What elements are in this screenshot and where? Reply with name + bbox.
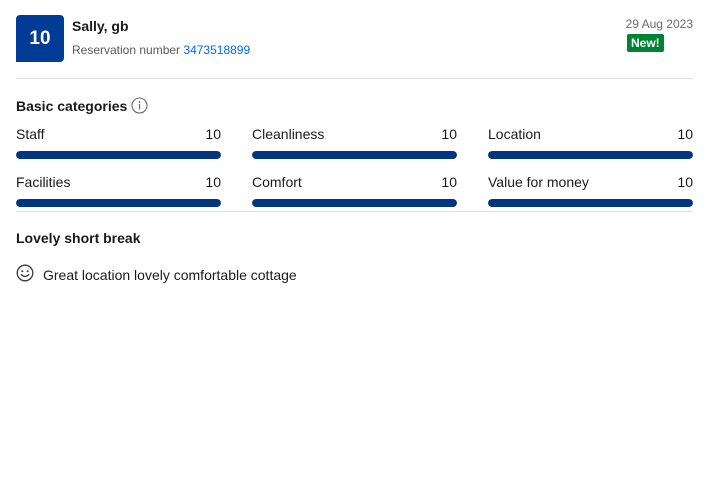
category-score: 10	[441, 126, 457, 142]
category-score: 10	[205, 126, 221, 142]
new-badge: New!	[627, 34, 664, 52]
category-bar-fill	[16, 199, 221, 207]
categories-divider	[16, 211, 693, 212]
category-cleanliness: Cleanliness 10	[252, 125, 457, 159]
category-bar-fill	[488, 199, 693, 207]
review-score-badge: 10	[16, 15, 64, 62]
category-bar	[488, 151, 693, 159]
category-location: Location 10	[488, 125, 693, 159]
positive-comment-text: Great location lovely comfortable cottag…	[43, 266, 297, 283]
reservation-number-link[interactable]: 3473518899	[183, 43, 250, 57]
header-divider	[16, 78, 693, 79]
info-icon[interactable]	[131, 97, 148, 114]
category-label: Cleanliness	[252, 126, 325, 142]
category-staff: Staff 10	[16, 125, 221, 159]
category-bar-fill	[488, 151, 693, 159]
reservation-info: Reservation number 3473518899	[72, 43, 250, 57]
category-bar	[16, 199, 221, 207]
category-score: 10	[677, 126, 693, 142]
review-title: Lovely short break	[16, 230, 141, 246]
category-bar	[252, 199, 457, 207]
category-score: 10	[677, 174, 693, 190]
positive-comment: Great location lovely comfortable cottag…	[16, 264, 297, 285]
category-facilities: Facilities 10	[16, 173, 221, 207]
category-bar	[488, 199, 693, 207]
category-label: Location	[488, 126, 541, 142]
category-comfort: Comfort 10	[252, 173, 457, 207]
category-label: Staff	[16, 126, 45, 142]
category-bar-fill	[16, 151, 221, 159]
review-score-value: 10	[29, 27, 51, 49]
category-bar-fill	[252, 151, 457, 159]
category-bar	[252, 151, 457, 159]
review-card: 10 Sally, gb Reservation number 34735188…	[0, 0, 720, 480]
smiley-face-icon	[16, 264, 34, 285]
reservation-label: Reservation number	[72, 43, 181, 57]
category-score: 10	[205, 174, 221, 190]
review-date: 29 Aug 2023	[625, 17, 693, 31]
category-label: Value for money	[488, 174, 589, 190]
category-score: 10	[441, 174, 457, 190]
category-value-for-money: Value for money 10	[488, 173, 693, 207]
category-label: Facilities	[16, 174, 71, 190]
category-bar	[16, 151, 221, 159]
basic-categories-heading: Basic categories	[16, 97, 148, 114]
category-bar-fill	[252, 199, 457, 207]
category-label: Comfort	[252, 174, 302, 190]
reviewer-name: Sally, gb	[72, 18, 129, 34]
basic-categories-title: Basic categories	[16, 97, 128, 114]
